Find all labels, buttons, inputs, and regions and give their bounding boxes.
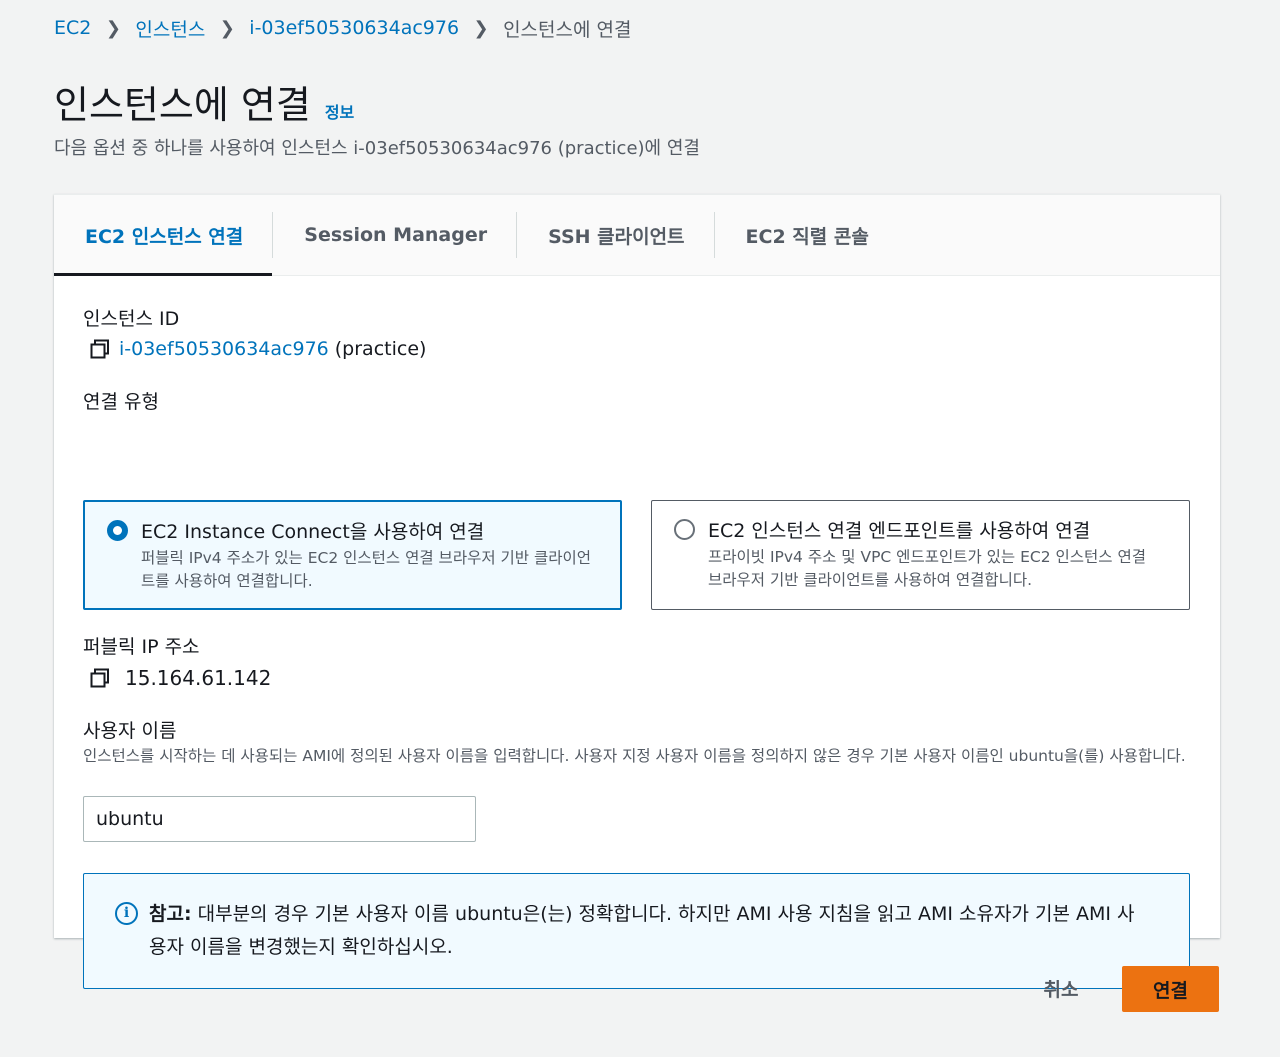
option-title: EC2 Instance Connect을 사용하여 연결	[141, 521, 485, 543]
breadcrumb-current: 인스턴스에 연결	[503, 18, 632, 41]
chevron-right-icon: ❯	[219, 17, 235, 39]
breadcrumb-ec2[interactable]: EC2	[54, 17, 91, 39]
public-ip-value: 15.164.61.142	[125, 666, 272, 690]
tab-label: EC2 직렬 콘솔	[745, 225, 869, 248]
option-instance-connect-tile[interactable]: EC2 Instance Connect을 사용하여 연결 퍼블릭 IPv4 주…	[83, 500, 622, 610]
info-icon: i	[115, 902, 138, 925]
tab-label: Session Manager	[304, 224, 488, 246]
connection-type-label: 연결 유형	[83, 391, 159, 413]
tab-ssh-client[interactable]: SSH 클라이언트	[517, 195, 713, 275]
radio-selected[interactable]	[107, 520, 128, 541]
connect-button[interactable]: 연결	[1122, 966, 1219, 1012]
chevron-right-icon: ❯	[105, 17, 121, 39]
public-ip-row: 15.164.61.142	[89, 666, 271, 690]
cancel-button[interactable]: 취소	[1020, 966, 1102, 1010]
username-label: 사용자 이름	[83, 720, 177, 742]
option-description: 퍼블릭 IPv4 주소가 있는 EC2 인스턴스 연결 브라우저 기반 클라이언…	[141, 549, 592, 590]
option-description: 프라이빗 IPv4 주소 및 VPC 엔드포인트가 있는 EC2 인스턴스 연결…	[708, 548, 1147, 589]
panel-body: 인스턴스 ID i-03ef50530634ac976 (practice) 연…	[54, 276, 1220, 989]
radio-unselected[interactable]	[674, 519, 695, 540]
instance-name: (practice)	[334, 338, 427, 360]
chevron-right-icon: ❯	[473, 17, 489, 39]
tab-ec2-serial-console[interactable]: EC2 직렬 콘솔	[715, 195, 898, 275]
info-link[interactable]: 정보	[325, 99, 354, 123]
copy-icon[interactable]	[89, 338, 111, 360]
alert-bold: 참고:	[149, 903, 192, 925]
page-title: 인스턴스에 연결	[54, 83, 311, 127]
public-ip-label: 퍼블릭 IP 주소	[83, 636, 200, 658]
tab-label: SSH 클라이언트	[548, 225, 685, 248]
breadcrumb-instances[interactable]: 인스턴스	[135, 15, 205, 42]
alert-message: 대부분의 경우 기본 사용자 이름 ubuntu은(는) 정확합니다. 하지만 …	[149, 903, 1135, 958]
instance-id-link[interactable]: i-03ef50530634ac976	[119, 338, 329, 360]
username-help: 인스턴스를 시작하는 데 사용되는 AMI에 정의된 사용자 이름을 입력합니다…	[83, 747, 1186, 765]
tab-session-manager[interactable]: Session Manager	[273, 195, 516, 275]
tab-bar: EC2 인스턴스 연결 Session Manager SSH 클라이언트 EC…	[54, 195, 1220, 276]
username-input[interactable]	[83, 796, 476, 842]
breadcrumb-instance-id[interactable]: i-03ef50530634ac976	[249, 17, 459, 39]
tab-ec2-instance-connect[interactable]: EC2 인스턴스 연결	[54, 195, 273, 276]
instance-id-row: i-03ef50530634ac976 (practice)	[89, 338, 426, 360]
instance-id-label: 인스턴스 ID	[83, 308, 180, 330]
page-header: 인스턴스에 연결 정보	[54, 74, 354, 129]
alert-text: 참고: 대부분의 경우 기본 사용자 이름 ubuntu은(는) 정확합니다. …	[149, 898, 1149, 964]
option-title: EC2 인스턴스 연결 엔드포인트를 사용하여 연결	[708, 520, 1091, 542]
breadcrumb: EC2 ❯ 인스턴스 ❯ i-03ef50530634ac976 ❯ 인스턴스에…	[54, 14, 631, 42]
copy-icon[interactable]	[89, 667, 111, 689]
connect-panel: EC2 인스턴스 연결 Session Manager SSH 클라이언트 EC…	[54, 194, 1220, 989]
option-endpoint-tile[interactable]: EC2 인스턴스 연결 엔드포인트를 사용하여 연결 프라이빗 IPv4 주소 …	[651, 500, 1190, 610]
page-subtitle: 다음 옵션 중 하나를 사용하여 인스턴스 i-03ef50530634ac97…	[54, 138, 700, 159]
tab-label: EC2 인스턴스 연결	[85, 225, 244, 248]
